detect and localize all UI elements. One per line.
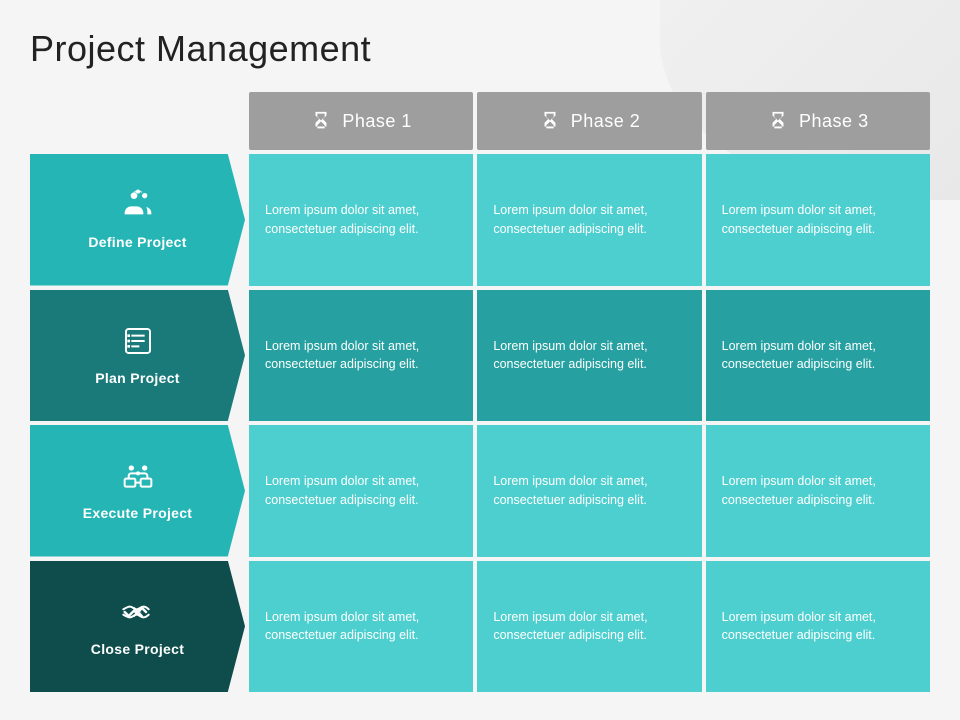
corner-cell	[30, 92, 245, 150]
hourglass-icon-2	[539, 110, 561, 132]
cell-define-phase2: Lorem ipsum dolor sit amet, consectetuer…	[477, 154, 701, 286]
meeting-icon	[122, 460, 154, 497]
main-grid: Phase 1 Phase 2 Phase 3	[30, 92, 930, 692]
cell-plan-phase2: Lorem ipsum dolor sit amet, consectetuer…	[477, 290, 701, 422]
cell-close-phase3: Lorem ipsum dolor sit amet, consectetuer…	[706, 561, 930, 693]
cell-execute-phase1: Lorem ipsum dolor sit amet, consectetuer…	[249, 425, 473, 557]
page-title: Project Management	[30, 28, 930, 70]
row-label-execute: Execute Project	[30, 425, 245, 557]
phase3-header: Phase 3	[706, 92, 930, 150]
row-label-close: Close Project	[30, 561, 245, 693]
cell-define-phase1: Lorem ipsum dolor sit amet, consectetuer…	[249, 154, 473, 286]
hourglass-icon-1	[310, 110, 332, 132]
hourglass-icon-3	[767, 110, 789, 132]
slide: Project Management Phase 1 Phase 2 Phase…	[0, 0, 960, 720]
cell-close-phase1: Lorem ipsum dolor sit amet, consectetuer…	[249, 561, 473, 693]
phase2-header: Phase 2	[477, 92, 701, 150]
cell-define-phase3: Lorem ipsum dolor sit amet, consectetuer…	[706, 154, 930, 286]
cell-plan-phase1: Lorem ipsum dolor sit amet, consectetuer…	[249, 290, 473, 422]
handshake-icon	[122, 596, 154, 633]
phase1-header: Phase 1	[249, 92, 473, 150]
list-icon	[122, 325, 154, 362]
cell-execute-phase2: Lorem ipsum dolor sit amet, consectetuer…	[477, 425, 701, 557]
cell-execute-phase3: Lorem ipsum dolor sit amet, consectetuer…	[706, 425, 930, 557]
row-label-plan: Plan Project	[30, 290, 245, 422]
cell-plan-phase3: Lorem ipsum dolor sit amet, consectetuer…	[706, 290, 930, 422]
cell-close-phase2: Lorem ipsum dolor sit amet, consectetuer…	[477, 561, 701, 693]
row-label-define: Define Project	[30, 154, 245, 286]
people-icon	[122, 189, 154, 226]
